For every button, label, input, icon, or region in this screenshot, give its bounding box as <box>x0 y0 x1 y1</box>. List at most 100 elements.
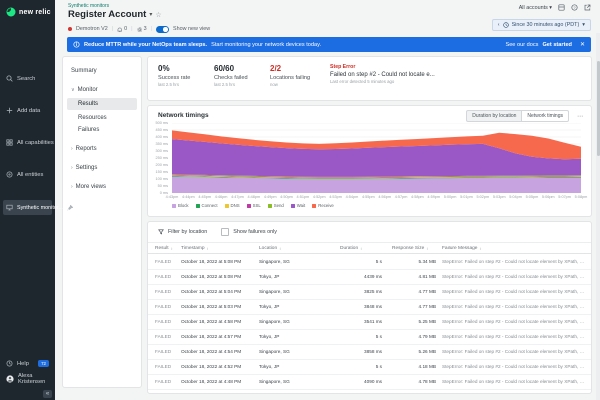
subnav-summary[interactable]: Summary <box>63 65 141 77</box>
new-relic-logo[interactable]: new relic <box>0 0 55 17</box>
scrollbar <box>596 33 600 400</box>
help-circle-icon[interactable]: ? <box>571 4 578 11</box>
accounts-picker[interactable]: All accounts ▾ <box>519 5 552 11</box>
y-axis-tick: 100 ms <box>155 177 168 181</box>
column-header-failure-message[interactable]: Failure Message ↕ <box>442 246 591 251</box>
alerts-chip[interactable]: 0 <box>117 26 127 32</box>
legend-label: Receive <box>318 203 334 208</box>
duration-by-location-button[interactable]: Duration by location <box>466 110 522 122</box>
cell-duration: 5 s <box>375 364 382 369</box>
show-new-view-toggle[interactable] <box>155 26 169 33</box>
sidebar-item-all-capabilities[interactable]: All capabilities <box>0 136 55 149</box>
column-header-result[interactable]: Result ↕ <box>155 246 181 251</box>
column-label: Duration <box>340 245 359 251</box>
table-row[interactable]: FAILED October 18, 2022 at 4:54 PM Singapo… <box>148 345 591 360</box>
subnav-resources[interactable]: Resources <box>63 112 141 124</box>
column-header-timestamp[interactable]: Timestamp ↕ <box>181 246 259 251</box>
network-timings-button[interactable]: Network timings <box>521 110 569 122</box>
metrics-card: 0% Success rate last 2.5 hrs 60/60 Check… <box>147 56 592 101</box>
sidebar-item-add-data[interactable]: Add data <box>0 104 55 117</box>
settings-chip[interactable]: 3 <box>136 26 147 32</box>
y-axis-tick: 200 ms <box>155 163 168 167</box>
search-icon <box>6 75 13 82</box>
logo-text: new relic <box>19 8 51 16</box>
sort-icon: ↕ <box>479 245 482 251</box>
sidebar-collapse-button[interactable]: « <box>43 390 52 398</box>
filter-by-location-label[interactable]: Filter by location <box>168 229 207 235</box>
legend-label: Block <box>178 203 189 208</box>
subnav-results[interactable]: Results <box>67 98 137 110</box>
cell-failure-message: StepError: Failed on step #2 - Could not… <box>442 274 591 279</box>
favorite-star-icon[interactable]: ☆ <box>155 11 161 19</box>
subnav-failures[interactable]: Failures <box>63 124 141 136</box>
column-header-duration[interactable]: Duration ↕ <box>340 246 392 251</box>
table-filter-row: Filter by location Show failures only <box>158 228 277 236</box>
scrollbar-thumb[interactable] <box>596 61 600 156</box>
banner-close-icon[interactable]: ✕ <box>580 41 585 48</box>
sidebar-item-synthetic-monitors[interactable]: Synthetic monitor... <box>3 200 73 215</box>
y-axis-tick: 50 ms <box>157 184 168 188</box>
sidebar-item-search[interactable]: Search <box>0 72 55 85</box>
cell-duration: 3858 ms <box>364 349 382 354</box>
page-title: Register Account ▾ ☆ <box>68 9 162 20</box>
legend-label: DNS <box>230 203 240 208</box>
legend-item-receive[interactable]: Receive <box>312 203 334 208</box>
sidebar-item-all-entities[interactable]: All entities <box>0 168 55 181</box>
apps-grid-icon[interactable] <box>558 4 565 11</box>
stacked-area-chart <box>172 122 581 194</box>
monitor-meta-row: Demotron V2 | 0 | 3 | Show new view <box>68 26 210 33</box>
cell-result: FAILED <box>155 274 172 279</box>
table-row[interactable]: FAILED October 18, 2022 at 4:52 PM Tokyo, … <box>148 360 591 375</box>
table-row[interactable]: FAILED October 18, 2022 at 5:04 PM Singapo… <box>148 285 591 300</box>
x-axis-tick: 5:04pm <box>509 194 522 199</box>
legend-item-block[interactable]: Block <box>172 203 189 208</box>
legend-swatch <box>224 203 229 208</box>
subnav-reports[interactable]: › Reports <box>63 143 141 155</box>
cell-location: Singapore, SG <box>259 379 290 384</box>
legend-item-connect[interactable]: Connect <box>195 203 218 208</box>
chart-legend: Block Connect DNS SSL Send Wait Receive <box>172 203 334 208</box>
cell-result: FAILED <box>155 289 172 294</box>
y-axis-tick: 300 ms <box>155 149 168 153</box>
legend-item-ssl[interactable]: SSL <box>246 203 261 208</box>
show-failures-only-checkbox[interactable] <box>221 228 230 236</box>
chart-menu-icon[interactable]: ⋯ <box>577 113 583 120</box>
column-header-location[interactable]: Location ↕ <box>259 246 340 251</box>
title-dropdown-caret-icon[interactable]: ▾ <box>149 11 152 18</box>
time-range-picker[interactable]: ‹ Since 30 minutes ago (PDT) ▾ <box>491 19 591 31</box>
table-row[interactable]: FAILED October 18, 2022 at 4:58 PM Singapo… <box>148 315 591 330</box>
legend-item-wait[interactable]: Wait <box>290 203 305 208</box>
sort-icon: ↕ <box>170 245 173 251</box>
subnav-settings[interactable]: › Settings <box>63 162 141 174</box>
help-item[interactable]: Help 72 <box>0 357 55 370</box>
sidebar-nav: Search Add data All capabilities All ent… <box>0 72 73 215</box>
cell-timestamp: October 18, 2022 at 4:57 PM <box>181 334 242 339</box>
legend-swatch <box>195 203 200 208</box>
column-header-response-size[interactable]: Response Size ↕ <box>392 246 442 251</box>
cell-response-size: 5.26 MB <box>418 349 436 354</box>
table-row[interactable]: FAILED October 18, 2022 at 4:48 PM Singapo… <box>148 375 591 390</box>
x-axis-tick: 4:59pm <box>427 194 441 199</box>
banner-cta[interactable]: Get started <box>542 42 572 48</box>
table-row[interactable]: FAILED October 18, 2022 at 5:08 PM Tokyo, … <box>148 270 591 285</box>
user-item[interactable]: Alexa Kristensen <box>0 370 55 388</box>
share-icon[interactable] <box>584 4 591 11</box>
legend-swatch <box>172 203 176 208</box>
x-axis-tick: 4:54pm <box>345 194 359 199</box>
table-row[interactable]: FAILED October 18, 2022 at 4:57 PM Tokyo, … <box>148 330 591 345</box>
legend-item-dns[interactable]: DNS <box>224 203 240 208</box>
area-series-block <box>172 176 581 193</box>
table-row[interactable]: FAILED October 18, 2022 at 5:03 PM Tokyo, … <box>148 300 591 315</box>
x-axis: 4:43pm 4:44pm 4:45pm 4:46pm 4:47pm 4:48pm 4:49… <box>166 194 588 201</box>
cell-result: FAILED <box>155 379 172 384</box>
main-area: Synthetic monitors Register Account ▾ ☆ … <box>55 0 600 400</box>
subnav-monitor[interactable]: ∨ Monitor <box>63 84 141 96</box>
banner-docs-link[interactable]: See our docs <box>505 42 538 48</box>
metric-success-rate: 0% Success rate last 2.5 hrs <box>158 64 191 87</box>
legend-item-send[interactable]: Send <box>267 203 284 208</box>
table-row[interactable]: FAILED October 18, 2022 at 5:08 PM Singapo… <box>148 255 591 270</box>
subnav-more-views[interactable]: › More views <box>63 181 141 193</box>
table-row[interactable]: FAILEDOctober 18, 2022 at 4:47 PMTokyo, … <box>148 390 591 393</box>
account-label[interactable]: Demotron V2 <box>76 26 108 32</box>
status-dot <box>68 27 72 32</box>
